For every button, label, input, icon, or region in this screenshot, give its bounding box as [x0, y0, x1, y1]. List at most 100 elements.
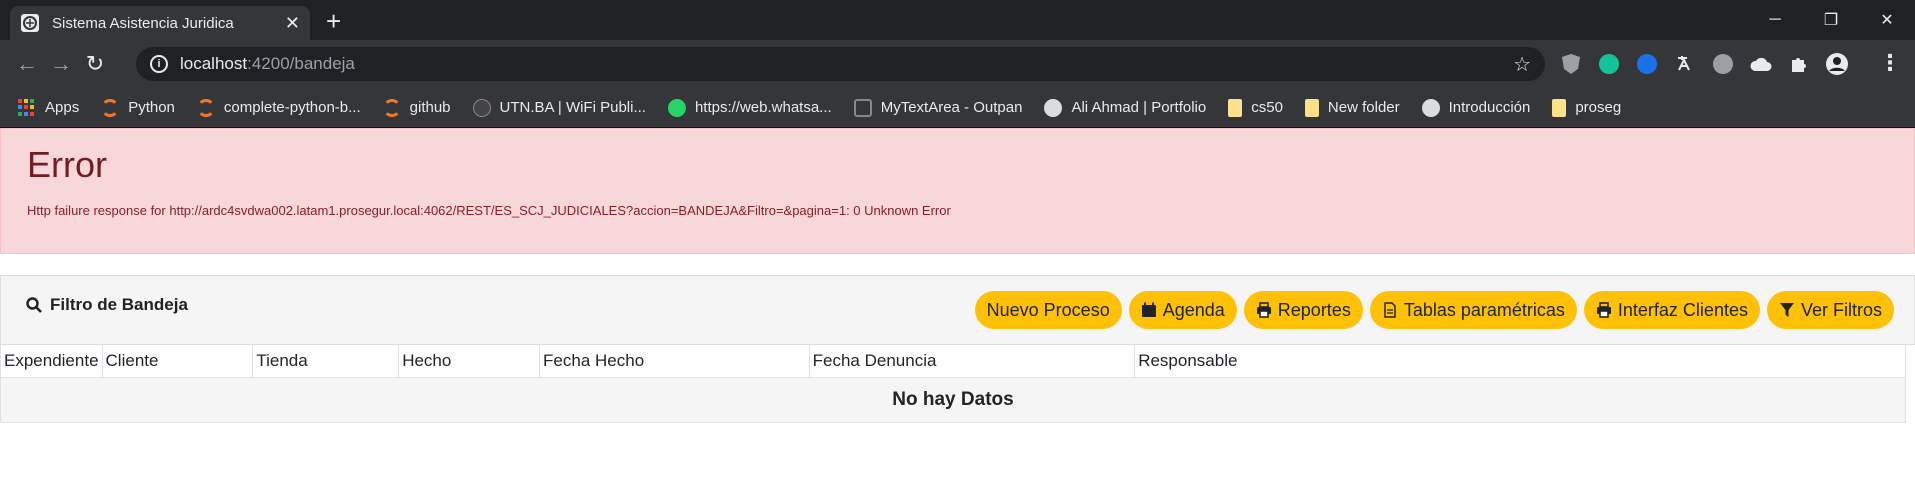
close-icon[interactable]: ✕ — [285, 13, 300, 34]
bookmark-item[interactable]: Apps — [18, 98, 80, 117]
close-window-icon[interactable]: ✕ — [1859, 0, 1915, 40]
url-path: :4200/bandeja — [247, 54, 355, 73]
grammarly-alt-icon[interactable] — [1632, 49, 1662, 79]
app-page: Error Http failure response for http://a… — [0, 128, 1915, 502]
window-controls: ─ ❐ ✕ — [1747, 0, 1915, 40]
ublock-icon[interactable] — [1556, 49, 1586, 79]
bookmark-icon — [101, 98, 120, 117]
bookmark-label: proseg — [1575, 99, 1622, 116]
nuevo-proceso-label: Nuevo Proceso — [986, 299, 1110, 320]
address-bar[interactable]: i localhost:4200/bandeja ☆ — [136, 47, 1545, 81]
bookmark-item[interactable]: github — [382, 98, 451, 117]
bookmark-label: cs50 — [1251, 99, 1283, 116]
alert-message: Http failure response for http://ardc4sv… — [27, 203, 951, 218]
bookmark-icon — [196, 98, 215, 117]
back-icon[interactable]: ← — [10, 47, 44, 81]
nuevo-proceso-button[interactable]: Nuevo Proceso — [974, 291, 1122, 329]
column-header[interactable]: Tienda — [252, 345, 400, 378]
url-host: localhost — [180, 54, 248, 73]
bookmark-item[interactable]: Ali Ahmad | Portfolio — [1044, 98, 1207, 117]
reportes-button[interactable]: Reportes — [1243, 291, 1363, 329]
scales-icon — [21, 14, 39, 32]
bookmark-item[interactable]: cs50 — [1228, 98, 1283, 117]
new-tab-icon[interactable]: + — [326, 8, 341, 34]
forward-icon[interactable]: → — [44, 47, 78, 81]
star-icon[interactable]: ☆ — [1513, 52, 1531, 77]
cloud-icon[interactable] — [1746, 49, 1776, 79]
bookmark-item[interactable]: Python — [101, 98, 175, 117]
error-alert: Error Http failure response for http://a… — [0, 128, 1915, 254]
ver-filtros-label: Ver Filtros — [1800, 299, 1882, 320]
interfaz-clientes-label: Interfaz Clientes — [1617, 299, 1748, 320]
bookmark-item[interactable]: Introducción — [1421, 98, 1531, 117]
print-icon — [1596, 302, 1611, 318]
search-icon — [26, 297, 42, 313]
alert-title: Error — [27, 144, 107, 185]
folder-icon — [1304, 98, 1319, 117]
translate-icon[interactable] — [1670, 49, 1700, 79]
reload-icon[interactable]: ↻ — [78, 47, 112, 81]
minimize-icon[interactable]: ─ — [1747, 0, 1803, 40]
bookmark-label: github — [409, 99, 451, 116]
browser-chrome: Sistema Asistencia Juridica ✕ + ─ ❐ ✕ ← … — [0, 0, 1915, 128]
ver-filtros-button[interactable]: Ver Filtros — [1766, 291, 1894, 329]
filter-icon — [1779, 303, 1794, 317]
globe-icon — [1044, 98, 1063, 117]
info-icon[interactable]: i — [150, 55, 168, 73]
filter-card: Filtro de Bandeja Nuevo Proceso Agenda R… — [0, 275, 1915, 345]
bookmark-label: New folder — [1327, 99, 1400, 116]
bookmarks-bar: Apps Python complete-python-b... github UTN.… — [0, 88, 1915, 128]
profile-avatar-icon[interactable] — [1822, 49, 1852, 79]
filter-title: Filtro de Bandeja — [26, 295, 188, 315]
bookmark-item[interactable]: New folder — [1304, 98, 1400, 117]
grammarly-icon[interactable] — [1594, 49, 1624, 79]
globe-icon[interactable] — [1708, 49, 1738, 79]
more-menu-icon[interactable]: ⋮ — [1879, 50, 1901, 76]
tab-title: Sistema Asistencia Juridica — [52, 14, 234, 32]
bookmark-label: https://web.whatsa... — [694, 99, 832, 116]
bookmark-icon — [382, 98, 401, 117]
bookmark-icon — [472, 98, 491, 117]
globe-icon — [1421, 98, 1440, 117]
column-header[interactable]: Responsable — [1134, 345, 1906, 378]
file-icon — [1384, 302, 1396, 318]
interfaz-clientes-button[interactable]: Interfaz Clientes — [1583, 291, 1760, 329]
bookmark-label: MyTextArea - Outpan — [880, 99, 1023, 116]
tablas-parametricas-button[interactable]: Tablas paramétricas — [1369, 291, 1577, 329]
whatsapp-icon — [667, 98, 686, 117]
agenda-button[interactable]: Agenda — [1128, 291, 1237, 329]
bookmark-label: Python — [128, 99, 175, 116]
filter-title-text: Filtro de Bandeja — [50, 295, 188, 314]
reportes-label: Reportes — [1277, 299, 1351, 320]
puzzle-icon[interactable] — [1784, 49, 1814, 79]
column-header[interactable]: Hecho — [398, 345, 541, 378]
print-icon — [1256, 302, 1271, 318]
column-header[interactable]: Expendiente — [0, 345, 103, 378]
empty-state-text: No hay Datos — [0, 377, 1906, 423]
restore-icon[interactable]: ❐ — [1803, 0, 1859, 40]
bookmark-label: Apps — [45, 99, 80, 116]
column-header[interactable]: Fecha Denuncia — [808, 345, 1136, 378]
agenda-label: Agenda — [1162, 299, 1225, 320]
bookmark-item[interactable]: proseg — [1552, 98, 1622, 117]
bookmark-item[interactable]: UTN.BA | WiFi Publi... — [472, 98, 646, 117]
bookmark-item[interactable]: MyTextArea - Outpan — [853, 98, 1023, 117]
bookmark-item[interactable]: complete-python-b... — [196, 98, 361, 117]
column-header[interactable]: Fecha Hecho — [539, 345, 810, 378]
action-buttons: Nuevo Proceso Agenda Reportes Tablas par… — [974, 291, 1894, 329]
bookmark-label: Ali Ahmad | Portfolio — [1071, 99, 1207, 116]
folder-icon — [1228, 98, 1243, 117]
bookmark-item[interactable]: https://web.whatsa... — [667, 98, 832, 117]
bookmark-label: UTN.BA | WiFi Publi... — [499, 99, 646, 116]
apps-grid-icon — [18, 98, 36, 117]
folder-icon — [1552, 98, 1567, 117]
browser-toolbar: ← → ↻ i localhost:4200/bandeja ☆ ⋮ — [0, 40, 1915, 88]
bandeja-table: Expendiente Cliente Tienda Hecho Fecha H… — [0, 345, 1906, 423]
table-header-row: Expendiente Cliente Tienda Hecho Fecha H… — [0, 345, 1906, 378]
bookmark-label: Introducción — [1448, 99, 1531, 116]
browser-tab[interactable]: Sistema Asistencia Juridica ✕ — [10, 6, 310, 40]
column-header[interactable]: Cliente — [101, 345, 254, 378]
table-row: No hay Datos — [0, 377, 1906, 423]
tab-strip: Sistema Asistencia Juridica ✕ + ─ ❐ ✕ — [0, 0, 1915, 40]
bookmark-icon — [853, 98, 872, 117]
